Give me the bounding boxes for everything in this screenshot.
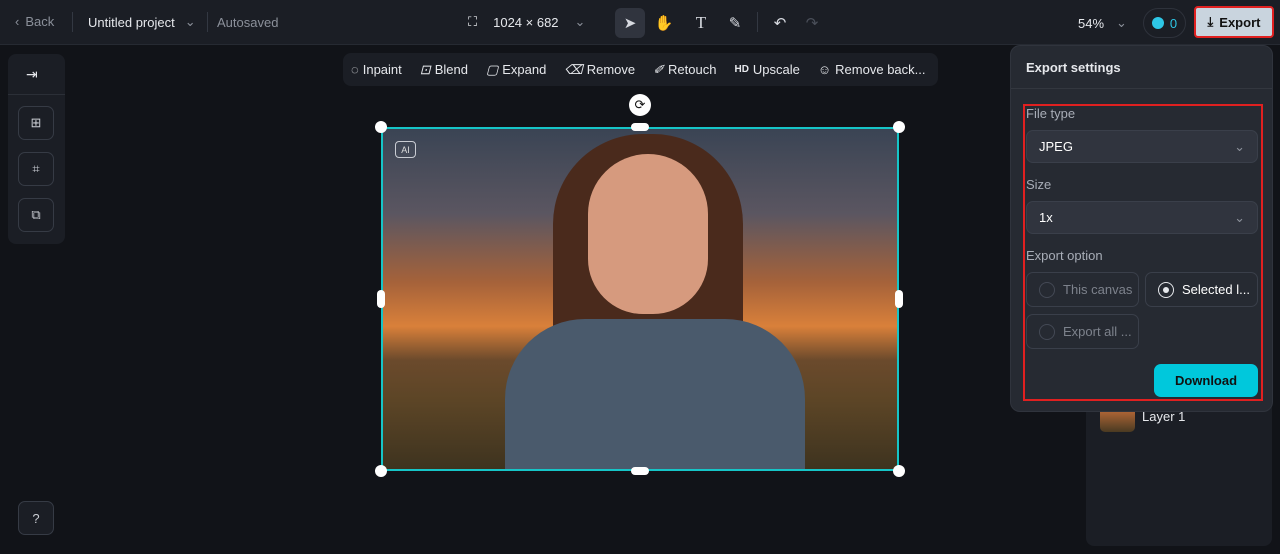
select-tool[interactable]: ➤: [615, 8, 645, 38]
autosave-status: Autosaved: [217, 15, 279, 30]
resize-handle-top[interactable]: [631, 123, 649, 131]
credit-icon: [1151, 17, 1164, 29]
option-export-all[interactable]: Export all ...: [1026, 314, 1139, 349]
layers-icon: ⧉: [31, 207, 41, 222]
help-icon: ?: [32, 510, 40, 526]
hand-icon: ✋: [654, 15, 674, 32]
chevron-down-icon: ⌄: [1234, 138, 1245, 154]
redo-icon: ↷: [805, 15, 819, 32]
resize-handle-br[interactable]: [893, 465, 905, 477]
export-button[interactable]: ⤓ Export: [1194, 6, 1274, 38]
undo-icon: ↶: [773, 15, 787, 32]
chevron-left-icon: ‹: [15, 14, 20, 29]
size-label: Size: [1026, 177, 1052, 192]
option-selected-layers[interactable]: Selected l...: [1145, 272, 1258, 307]
option-this-canvas[interactable]: This canvas: [1026, 272, 1139, 307]
image-subject-body: [505, 319, 805, 469]
text-icon: T: [695, 13, 707, 32]
resize-handle-left[interactable]: [377, 290, 385, 308]
chevron-down-icon: ⌄: [1116, 15, 1127, 30]
project-name-dropdown[interactable]: Untitled project ⌄: [88, 14, 196, 30]
radio-icon: [1039, 281, 1055, 298]
ai-badge: AI: [395, 141, 416, 158]
ai-toolbar: ◌ Inpaint ⊡ Blend ▢ Expand ⌫ Remove ✐ Retouch…: [343, 53, 938, 86]
file-type-label: File type: [1026, 106, 1076, 121]
chevron-down-icon: ⌄: [184, 14, 196, 29]
rotate-icon: ⟳: [634, 97, 646, 112]
add-image-button[interactable]: ⊞: [18, 106, 54, 140]
help-button[interactable]: ?: [18, 501, 54, 535]
layers-button[interactable]: ⧉: [18, 198, 54, 232]
cursor-icon: ➤: [623, 15, 637, 32]
expand-sidebar-icon[interactable]: ⇥: [26, 66, 38, 83]
resize-handle-right[interactable]: [895, 290, 903, 308]
inpaint-button[interactable]: ◌ Inpaint: [351, 62, 402, 77]
resize-handle-bl[interactable]: [375, 465, 387, 477]
canvas-image[interactable]: AI: [381, 127, 899, 471]
image-subject-face: [588, 154, 708, 314]
zoom-dropdown[interactable]: 54% ⌄: [1078, 15, 1127, 31]
chevron-down-icon: ⌄: [574, 14, 586, 29]
radio-checked-icon: [1158, 281, 1174, 298]
upscale-button[interactable]: HD Upscale: [734, 62, 799, 77]
eraser-icon: ⌫: [564, 61, 583, 77]
panel-title: Export settings: [1026, 60, 1121, 75]
layers-panel: Layer 1: [1086, 400, 1272, 546]
size-select[interactable]: 1x ⌄: [1026, 201, 1258, 234]
resize-handle-tl[interactable]: [375, 121, 387, 133]
credits-button[interactable]: 0: [1143, 8, 1186, 38]
hd-icon: HD: [734, 64, 749, 75]
remove-background-button[interactable]: ☺ Remove back...: [818, 62, 926, 77]
resize-icon: ⛶: [468, 14, 478, 29]
back-button[interactable]: ‹ Back: [15, 14, 54, 29]
image-add-icon: ⊞: [30, 115, 42, 130]
text-tool[interactable]: T: [686, 8, 716, 38]
undo-button[interactable]: ↶: [765, 8, 795, 38]
download-button[interactable]: Download: [1154, 364, 1258, 397]
export-settings-panel: Export settings File type JPEG ⌄ Size 1x ⌄…: [1010, 45, 1273, 412]
person-icon: ☺: [817, 62, 832, 77]
canvas-size-dropdown[interactable]: ⛶ 1024 × 682 ⌄: [468, 14, 585, 30]
radio-icon: [1039, 323, 1055, 340]
top-bar: ‹ Back Untitled project ⌄ Autosaved ⛶ 1024 …: [0, 0, 1280, 45]
left-sidebar: ⇥ ⊞ ⌗ ⧉: [8, 54, 65, 244]
retouch-icon: ✐: [653, 61, 665, 77]
crop-icon: ⌗: [32, 161, 40, 176]
redo-button[interactable]: ↷: [797, 8, 827, 38]
blend-button[interactable]: ⊡ Blend: [420, 62, 468, 78]
rotate-handle[interactable]: ⟳: [629, 94, 651, 116]
blend-icon: ⊡: [419, 61, 431, 77]
file-type-select[interactable]: JPEG ⌄: [1026, 130, 1258, 163]
retouch-button[interactable]: ✐ Retouch: [653, 62, 716, 78]
inpaint-icon: ◌: [351, 62, 359, 77]
brush-tool[interactable]: ✎: [720, 8, 750, 38]
crop-button[interactable]: ⌗: [18, 152, 54, 186]
export-option-label: Export option: [1026, 248, 1103, 263]
brush-icon: ✎: [728, 15, 742, 32]
hand-tool[interactable]: ✋: [649, 8, 679, 38]
expand-button[interactable]: ▢ Expand: [486, 62, 546, 78]
download-icon: ⤓: [1207, 14, 1214, 29]
resize-handle-bottom[interactable]: [631, 467, 649, 475]
remove-button[interactable]: ⌫ Remove: [564, 62, 635, 78]
resize-handle-tr[interactable]: [893, 121, 905, 133]
expand-icon: ▢: [485, 61, 499, 77]
chevron-down-icon: ⌄: [1234, 209, 1245, 225]
